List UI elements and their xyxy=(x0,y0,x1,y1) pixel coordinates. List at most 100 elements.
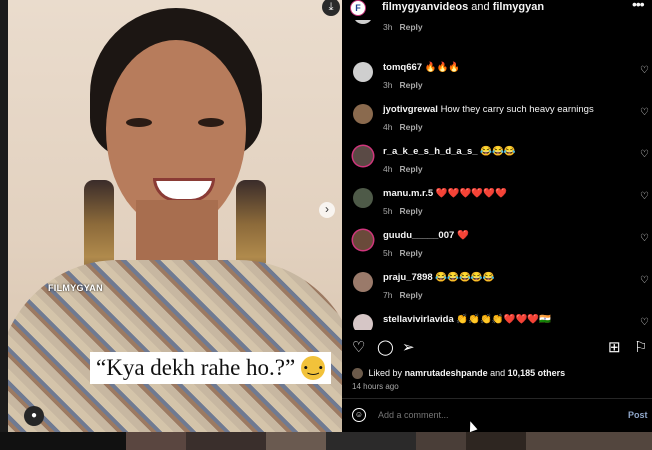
comment-text-line: tomq667 🔥🔥🔥 xyxy=(383,62,460,73)
comment-input[interactable] xyxy=(378,410,598,420)
watermark: FILMYGYAN xyxy=(48,283,103,293)
chevron-right-icon[interactable]: › xyxy=(319,202,335,218)
likes-joiner: and xyxy=(490,368,506,378)
comment-avatar[interactable] xyxy=(353,62,373,82)
comment-username[interactable]: jyotivgrewal xyxy=(383,104,438,115)
likes-summary: Liked by namrutadeshpande and 10,185 oth… xyxy=(352,368,566,380)
reply-button[interactable]: Reply xyxy=(399,290,422,300)
thinking-face-icon: •‿• xyxy=(301,356,326,380)
comment-like-heart-icon[interactable]: ♡ xyxy=(640,65,649,76)
comments-panel: F filmygyanvideos and filmygyan ••• tomq… xyxy=(342,0,652,432)
overlay-caption-text: “Kya dekh rahe ho.?” xyxy=(96,355,296,380)
reply-button[interactable]: Reply xyxy=(399,206,422,216)
comment-like-heart-icon[interactable]: ♡ xyxy=(640,191,649,202)
comment-item: jyotivgrewal How they carry such heavy e… xyxy=(342,104,652,144)
comment-like-heart-icon[interactable]: ♡ xyxy=(640,149,649,160)
more-horizontal-icon[interactable]: ••• xyxy=(632,0,645,12)
photo-eye-right xyxy=(198,118,224,127)
comment-text-line: manu.m.r.5 ❤️❤️❤️❤️❤️❤️ xyxy=(383,188,507,199)
reply-button[interactable]: Reply xyxy=(399,248,422,258)
comment-text: 😂😂😂😂😂 xyxy=(435,272,495,283)
reply-button[interactable]: Reply xyxy=(399,122,422,132)
comment-text-line: stellavivirlavida 👏👏👏👏❤️❤️❤️🇮🇳 xyxy=(383,314,551,325)
background-strip xyxy=(0,432,652,450)
user-tag-icon[interactable]: ● xyxy=(24,406,44,426)
comment-time: 3h xyxy=(383,22,393,32)
comment-like-heart-icon[interactable]: ♡ xyxy=(640,275,649,286)
send-icon[interactable]: ➢ xyxy=(402,338,415,356)
account-avatar[interactable]: F xyxy=(350,0,366,16)
comment-item: guudu_____007 ❤️ 5h Reply ♡ xyxy=(342,230,652,270)
comment-item: tomq667 🔥🔥🔥 3h Reply ♡ xyxy=(342,62,652,102)
comment-item: tomq667 🔥🔥🔥3hReply♡ xyxy=(342,20,652,44)
comment-username[interactable]: manu.m.r.5 xyxy=(383,188,433,199)
comment-icon[interactable]: ◯ xyxy=(377,338,394,356)
account-link-filmygyan[interactable]: filmygyan xyxy=(493,1,544,13)
comment-text: How they carry such heavy earnings xyxy=(440,104,594,115)
comment-username[interactable]: praju_7898 xyxy=(383,272,433,283)
reply-button[interactable]: Reply xyxy=(399,80,422,90)
comment-meta: 4h Reply xyxy=(383,164,423,174)
comment-list[interactable]: tomq667 🔥🔥🔥 3h Reply ♡ tomq667 🔥🔥🔥 3h Reply ♡ jy… xyxy=(342,20,652,330)
comment-time: 4h xyxy=(383,122,393,132)
comment-text: 🔥🔥🔥 xyxy=(424,62,461,73)
comment-item: manu.m.r.5 ❤️❤️❤️❤️❤️❤️ 5h Reply ♡ xyxy=(342,188,652,228)
comment-meta: 3h Reply xyxy=(383,22,423,32)
liker-avatar xyxy=(352,368,363,380)
comment-text-line: r_a_k_e_s_h_d_a_s_ 😂😂😂 xyxy=(383,146,516,157)
comment-like-heart-icon[interactable]: ♡ xyxy=(640,107,649,118)
comment-text: 😂😂😂 xyxy=(480,146,516,157)
account-link-filmygyanvideos[interactable]: filmygyanvideos xyxy=(382,1,468,13)
comment-avatar[interactable] xyxy=(353,230,373,250)
post-media[interactable]: FILMYGYAN “Kya dekh rahe ho.?” •‿• ⤓ › ● xyxy=(8,0,342,432)
comment-item: stellavivirlavida 👏👏👏👏❤️❤️❤️🇮🇳 ♡ xyxy=(342,314,652,330)
comment-username[interactable]: r_a_k_e_s_h_d_a_s_ xyxy=(383,146,478,157)
comment-avatar[interactable] xyxy=(353,272,373,292)
photo-eye-left xyxy=(126,118,152,127)
action-bar: ♡ ◯ ➢ ⊞ ⚐ xyxy=(342,338,652,358)
comment-username[interactable]: tomq667 xyxy=(383,62,422,73)
comment-time: 5h xyxy=(383,206,393,216)
comment-text-line: praju_7898 😂😂😂😂😂 xyxy=(383,272,494,283)
comment-time: 4h xyxy=(383,164,393,174)
comment-username[interactable]: stellavivirlavida xyxy=(383,314,454,325)
comment-text-line: jyotivgrewal How they carry such heavy e… xyxy=(383,104,594,115)
comment-avatar[interactable] xyxy=(353,104,373,124)
comment-like-heart-icon[interactable]: ♡ xyxy=(640,317,649,328)
liker-username[interactable]: namrutadeshpande xyxy=(405,368,488,378)
comment-meta: 4h Reply xyxy=(383,122,423,132)
comment-like-heart-icon[interactable]: ♡ xyxy=(640,233,649,244)
comment-meta: 7h Reply xyxy=(383,290,423,300)
comment-time: 3h xyxy=(383,80,393,90)
comment-box: ☺ Post xyxy=(342,402,652,430)
post-button[interactable]: Post xyxy=(628,410,648,420)
comment-item: praju_7898 😂😂😂😂😂 7h Reply ♡ xyxy=(342,272,652,312)
likes-prefix: Liked by xyxy=(368,368,403,378)
post-authors: filmygyanvideos and filmygyan xyxy=(382,1,544,13)
reply-button[interactable]: Reply xyxy=(399,164,422,174)
comment-username[interactable]: guudu_____007 xyxy=(383,230,454,241)
comment-avatar[interactable] xyxy=(353,314,373,330)
comment-meta: 3h Reply xyxy=(383,80,423,90)
comment-time: 5h xyxy=(383,248,393,258)
left-edge xyxy=(0,0,8,432)
comment-avatar[interactable] xyxy=(353,146,373,166)
comment-meta: 5h Reply xyxy=(383,248,423,258)
add-post-icon[interactable]: ⊞ xyxy=(608,338,621,356)
divider xyxy=(342,398,652,399)
comment-time: 7h xyxy=(383,290,393,300)
comment-avatar[interactable] xyxy=(353,188,373,208)
heart-icon[interactable]: ♡ xyxy=(352,338,365,356)
post-header: F filmygyanvideos and filmygyan ••• xyxy=(342,0,652,16)
comment-text: ❤️❤️❤️❤️❤️❤️ xyxy=(435,188,507,199)
reply-button[interactable]: Reply xyxy=(399,22,422,32)
bookmark-icon[interactable]: ⚐ xyxy=(634,338,647,356)
post-time: 14 hours ago xyxy=(352,382,399,391)
likes-others[interactable]: 10,185 others xyxy=(508,368,566,378)
comment-text: 👏👏👏👏❤️❤️❤️🇮🇳 xyxy=(456,314,552,325)
overlay-caption: “Kya dekh rahe ho.?” •‿• xyxy=(90,352,332,384)
comment-avatar[interactable] xyxy=(353,20,373,24)
authors-joiner: and xyxy=(471,1,490,13)
emoji-icon[interactable]: ☺ xyxy=(352,408,366,422)
comment-meta: 5h Reply xyxy=(383,206,423,216)
